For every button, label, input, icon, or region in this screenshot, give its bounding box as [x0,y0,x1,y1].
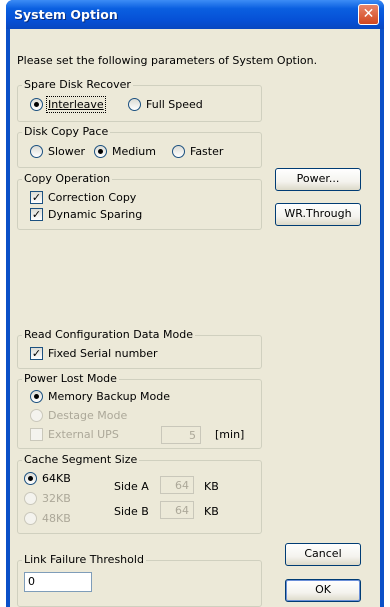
radio-medium-label: Medium [112,145,156,158]
radio-memory-backup[interactable] [30,390,43,403]
radio-48kb[interactable] [24,512,37,525]
checkbox-correction-copy[interactable]: ✓ [30,191,43,204]
radio-faster[interactable] [172,145,185,158]
power-lost-legend: Power Lost Mode [22,372,119,385]
spare-disk-recover-legend: Spare Disk Recover [22,78,133,91]
radio-48kb-label: 48KB [42,512,71,525]
power-button[interactable]: Power... [275,168,361,191]
radio-64kb[interactable] [24,472,37,485]
link-failure-legend: Link Failure Threshold [22,553,146,566]
cancel-button[interactable]: Cancel [285,543,361,566]
dialog-body: Please set the following parameters of S… [10,29,380,607]
spare-disk-recover-group: Spare Disk Recover Interleave Full Speed [17,78,262,122]
radio-32kb-label: 32KB [42,492,71,505]
side-a-label: Side A [114,480,149,493]
cache-segment-group: Cache Segment Size 64KB 32KB 48KB Side A… [17,453,262,534]
checkbox-correction-copy-label: Correction Copy [48,191,137,204]
checkbox-external-ups-label: External UPS [48,428,119,441]
read-config-legend: Read Configuration Data Mode [22,328,195,341]
side-a-field[interactable]: 64 [160,476,194,494]
radio-memory-backup-label: Memory Backup Mode [48,390,171,403]
wr-through-button[interactable]: WR.Through [275,203,361,226]
checkbox-dynamic-sparing[interactable]: ✓ [30,208,43,221]
copy-operation-group: Copy Operation ✓ Correction Copy ✓ Dynam… [17,172,262,230]
radio-full-speed-label: Full Speed [146,98,203,111]
checkbox-fixed-serial-label: Fixed Serial number [48,347,158,360]
copy-operation-legend: Copy Operation [22,172,113,185]
radio-slower-label: Slower [48,145,86,158]
close-button[interactable]: ✕ [358,4,379,25]
title-bar[interactable]: System Option ✕ [6,0,384,29]
intro-text: Please set the following parameters of S… [17,54,318,67]
radio-interleave[interactable] [30,98,43,111]
dialog-window: System Option ✕ Please set the following… [6,0,384,607]
checkbox-fixed-serial[interactable]: ✓ [30,347,43,360]
checkbox-dynamic-sparing-label: Dynamic Sparing [48,208,143,221]
read-config-group: Read Configuration Data Mode ✓ Fixed Ser… [17,328,262,369]
link-failure-input[interactable]: 0 [24,572,92,592]
cache-segment-legend: Cache Segment Size [22,453,140,466]
side-b-field[interactable]: 64 [160,501,194,519]
checkbox-external-ups[interactable] [30,428,43,441]
radio-interleave-label: Interleave [46,96,106,113]
link-failure-group: Link Failure Threshold 0 [17,553,262,607]
radio-destage[interactable] [30,409,43,422]
side-b-unit: KB [204,505,219,518]
radio-medium[interactable] [94,145,107,158]
radio-slower[interactable] [30,145,43,158]
radio-faster-label: Faster [190,145,224,158]
radio-full-speed[interactable] [128,98,141,111]
disk-copy-pace-group: Disk Copy Pace Slower Medium Faster [17,125,262,168]
side-a-unit: KB [204,480,219,493]
ok-button[interactable]: OK [285,579,361,602]
disk-copy-pace-legend: Disk Copy Pace [22,125,111,138]
radio-32kb[interactable] [24,492,37,505]
side-b-label: Side B [114,505,149,518]
power-lost-group: Power Lost Mode Memory Backup Mode Desta… [17,372,262,449]
radio-64kb-label: 64KB [42,472,71,485]
window-title: System Option [14,7,118,22]
ups-minutes-field[interactable]: 5 [161,426,201,444]
radio-destage-label: Destage Mode [48,409,128,422]
ups-unit-label: [min] [215,428,245,441]
